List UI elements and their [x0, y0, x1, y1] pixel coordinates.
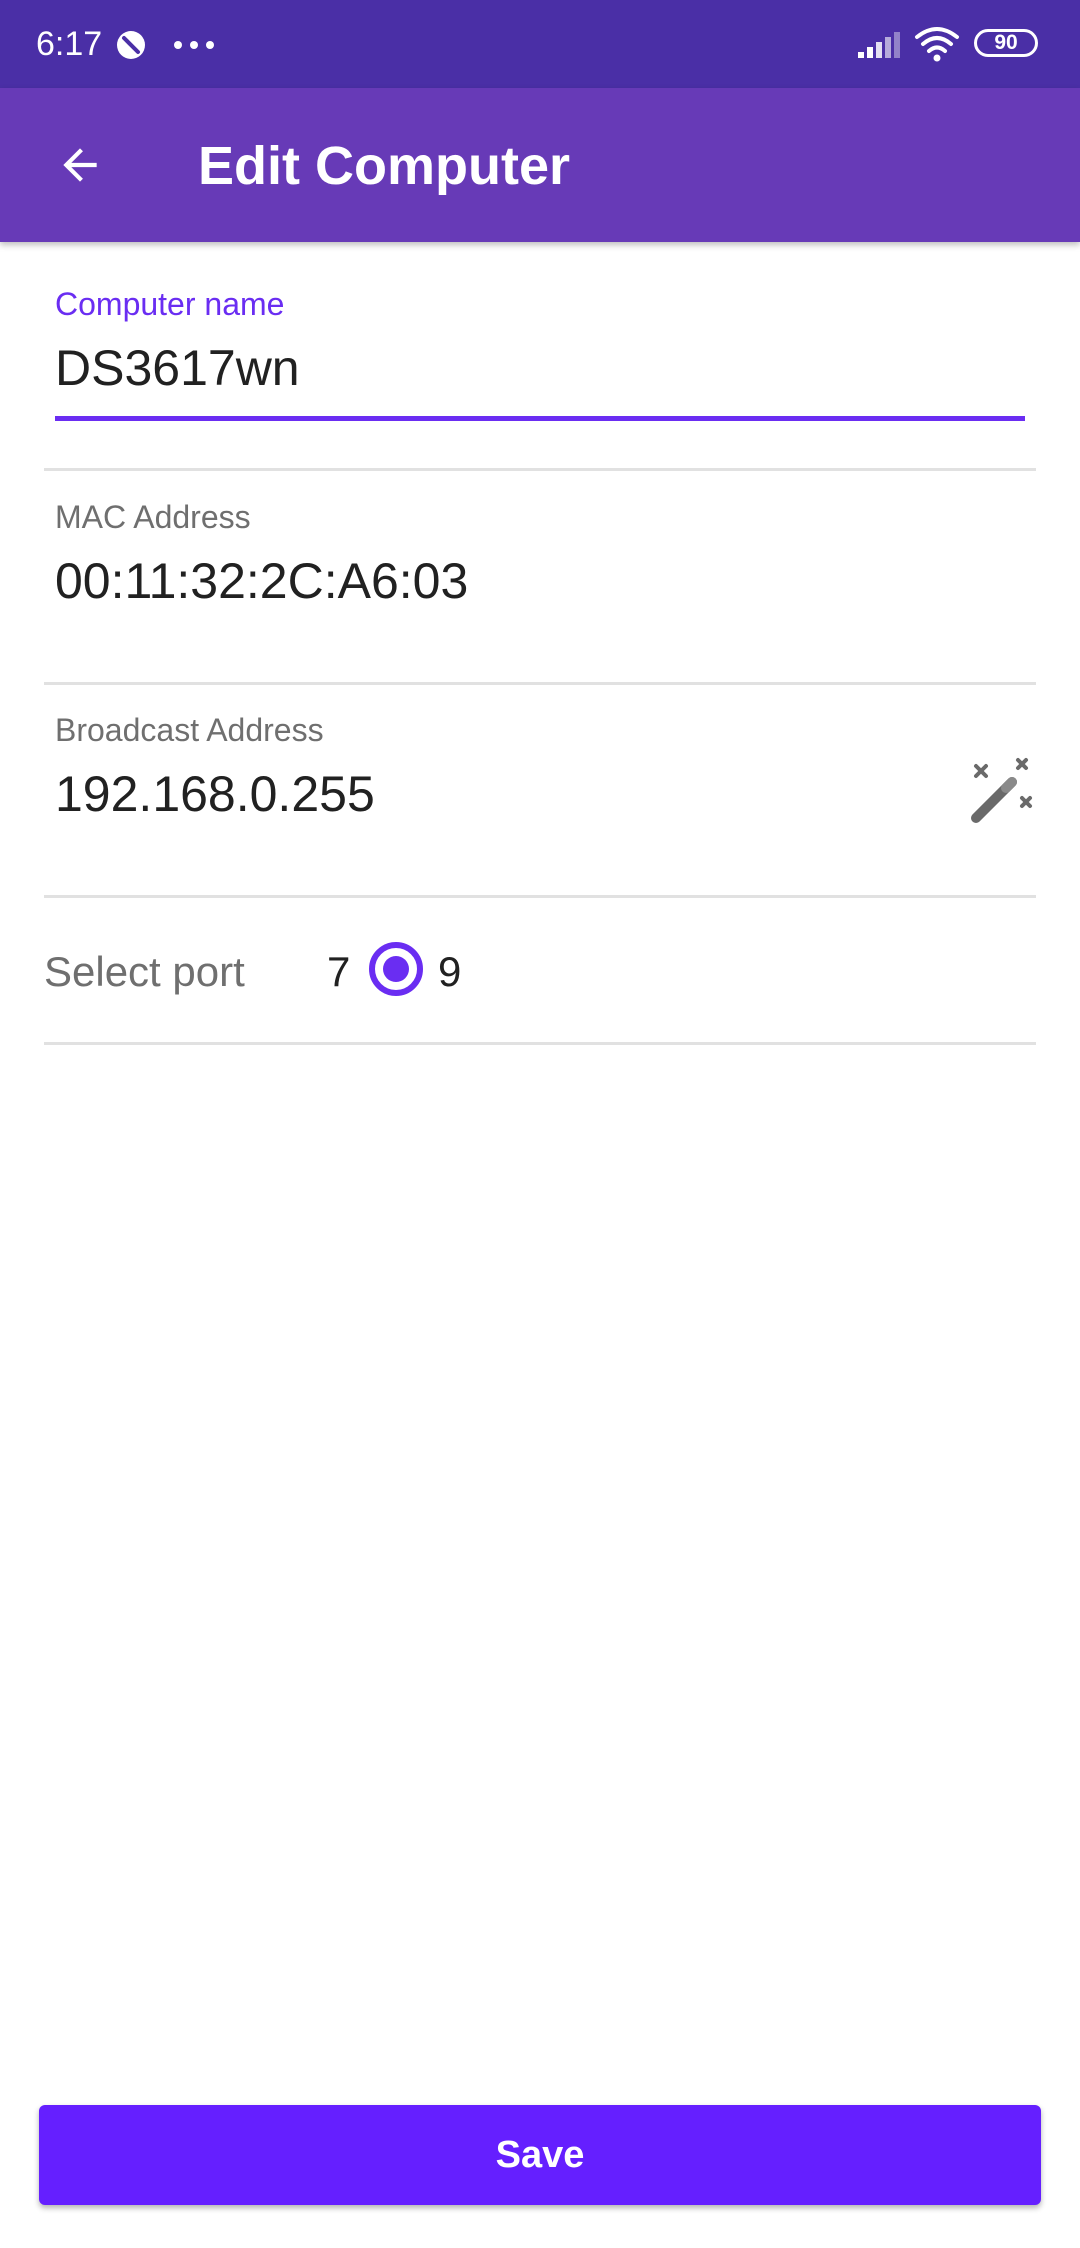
computer-name-label: Computer name [55, 286, 285, 322]
more-dots-icon [174, 41, 214, 49]
port-option-7-label[interactable]: 7 [327, 944, 350, 1000]
computer-name-input[interactable]: DS3617wn [55, 338, 300, 398]
port-radio-button[interactable] [367, 940, 425, 998]
computer-name-underline [55, 416, 1025, 421]
divider [44, 468, 1036, 471]
status-bar: 6:17 90 [0, 0, 1080, 88]
save-button[interactable]: Save [39, 2105, 1041, 2205]
divider [44, 1042, 1036, 1045]
signal-icon [858, 32, 900, 58]
page-title: Edit Computer [198, 136, 570, 196]
broadcast-address-label: Broadcast Address [55, 712, 324, 748]
computer-name-field[interactable]: Computer name DS3617wn [55, 284, 300, 398]
back-button[interactable] [40, 125, 120, 205]
mac-address-label: MAC Address [55, 499, 251, 535]
broadcast-address-input[interactable]: 192.168.0.255 [55, 764, 375, 824]
divider [44, 895, 1036, 898]
battery-icon: 90 [974, 29, 1038, 57]
magic-wand-icon [971, 758, 1032, 823]
auto-broadcast-button[interactable] [962, 752, 1042, 832]
divider [44, 682, 1036, 685]
dnd-icon [117, 31, 145, 59]
wifi-icon [915, 27, 959, 62]
app-bar: Edit Computer [0, 88, 1080, 242]
select-port-label: Select port [44, 948, 245, 995]
broadcast-address-field[interactable]: Broadcast Address 192.168.0.255 [55, 710, 375, 824]
port-option-9-label[interactable]: 9 [438, 944, 461, 1000]
status-time: 6:17 [36, 25, 103, 63]
mac-address-field[interactable]: MAC Address 00:11:32:2C:A6:03 [55, 497, 468, 611]
mac-address-input[interactable]: 00:11:32:2C:A6:03 [55, 551, 468, 611]
arrow-back-icon [63, 148, 97, 182]
